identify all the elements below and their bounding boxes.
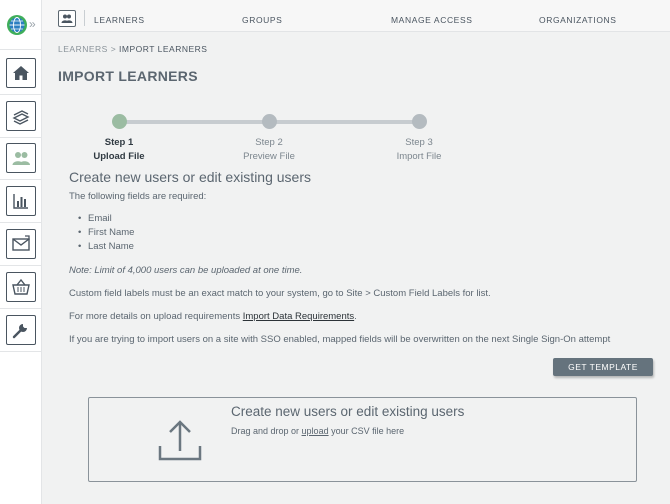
nav-learners[interactable]: LEARNERS xyxy=(94,15,145,25)
import-data-requirements-link[interactable]: Import Data Requirements xyxy=(243,311,354,322)
home-icon[interactable] xyxy=(6,58,36,88)
custom-fields-text: Custom field labels must be an exact mat… xyxy=(69,288,491,299)
list-item: First Name xyxy=(78,226,134,240)
step-2-dot xyxy=(262,114,277,129)
dropzone-prefix: Drag and drop or xyxy=(231,426,302,436)
required-fields-list: Email First Name Last Name xyxy=(78,212,134,254)
tools-icon[interactable] xyxy=(6,315,36,345)
globe-logo-icon[interactable] xyxy=(6,14,28,36)
step-1-number: Step 1 xyxy=(104,137,134,148)
breadcrumb: LEARNERS > IMPORT LEARNERS xyxy=(58,44,207,54)
breadcrumb-separator: > xyxy=(110,44,117,54)
divider xyxy=(0,308,42,309)
step-3-name: Import File xyxy=(396,151,442,162)
expand-sidebar-icon[interactable]: » xyxy=(29,17,36,31)
upload-dropzone[interactable]: Create new users or edit existing users … xyxy=(88,397,637,482)
divider xyxy=(0,94,42,95)
nav-manage-access[interactable]: MANAGE ACCESS xyxy=(391,15,473,25)
logo-area: » xyxy=(0,0,42,50)
list-item: Last Name xyxy=(78,240,134,254)
sidebar: » xyxy=(0,0,42,504)
page-title: IMPORT LEARNERS xyxy=(58,68,198,84)
dropzone-title: Create new users or edit existing users xyxy=(231,404,465,419)
divider xyxy=(0,222,42,223)
sso-warning-text: If you are trying to import users on a s… xyxy=(69,334,611,345)
step-3-number: Step 3 xyxy=(405,137,433,148)
step-1-dot xyxy=(112,114,127,129)
upload-icon xyxy=(158,420,202,461)
messages-icon[interactable] xyxy=(6,229,36,259)
dropzone-suffix: your CSV file here xyxy=(328,426,405,436)
store-icon[interactable] xyxy=(6,272,36,302)
dropzone-instructions: Drag and drop or upload your CSV file he… xyxy=(231,426,404,436)
learners-nav-icon[interactable] xyxy=(58,10,76,27)
top-nav: LEARNERS GROUPS MANAGE ACCESS ORGANIZATI… xyxy=(42,0,670,32)
step-1-label: Step 1 Upload File xyxy=(74,136,164,164)
details-text: For more details on upload requirements … xyxy=(69,311,357,322)
breadcrumb-learners[interactable]: LEARNERS xyxy=(58,44,108,54)
nav-groups[interactable]: GROUPS xyxy=(242,15,282,25)
get-template-button[interactable]: GET TEMPLATE xyxy=(553,358,653,376)
nav-divider xyxy=(84,10,85,26)
details-prefix: For more details on upload requirements xyxy=(69,311,243,322)
divider xyxy=(0,137,42,138)
step-3-dot xyxy=(412,114,427,129)
upload-link[interactable]: upload xyxy=(302,426,329,436)
step-2-name: Preview File xyxy=(243,151,295,162)
step-2-label: Step 2 Preview File xyxy=(224,136,314,164)
section-heading: Create new users or edit existing users xyxy=(69,169,311,185)
breadcrumb-current: IMPORT LEARNERS xyxy=(119,44,208,54)
required-intro: The following fields are required: xyxy=(69,191,207,202)
details-suffix: . xyxy=(354,311,357,322)
divider xyxy=(0,351,42,352)
list-item: Email xyxy=(78,212,134,226)
reports-icon[interactable] xyxy=(6,186,36,216)
divider xyxy=(0,265,42,266)
step-2-number: Step 2 xyxy=(255,137,283,148)
courses-icon[interactable] xyxy=(6,101,36,131)
divider xyxy=(0,179,42,180)
users-icon[interactable] xyxy=(6,143,36,173)
upload-limit-note: Note: Limit of 4,000 users can be upload… xyxy=(69,265,303,276)
nav-organizations[interactable]: ORGANIZATIONS xyxy=(539,15,617,25)
step-3-label: Step 3 Import File xyxy=(374,136,464,164)
step-1-name: Upload File xyxy=(93,151,145,162)
